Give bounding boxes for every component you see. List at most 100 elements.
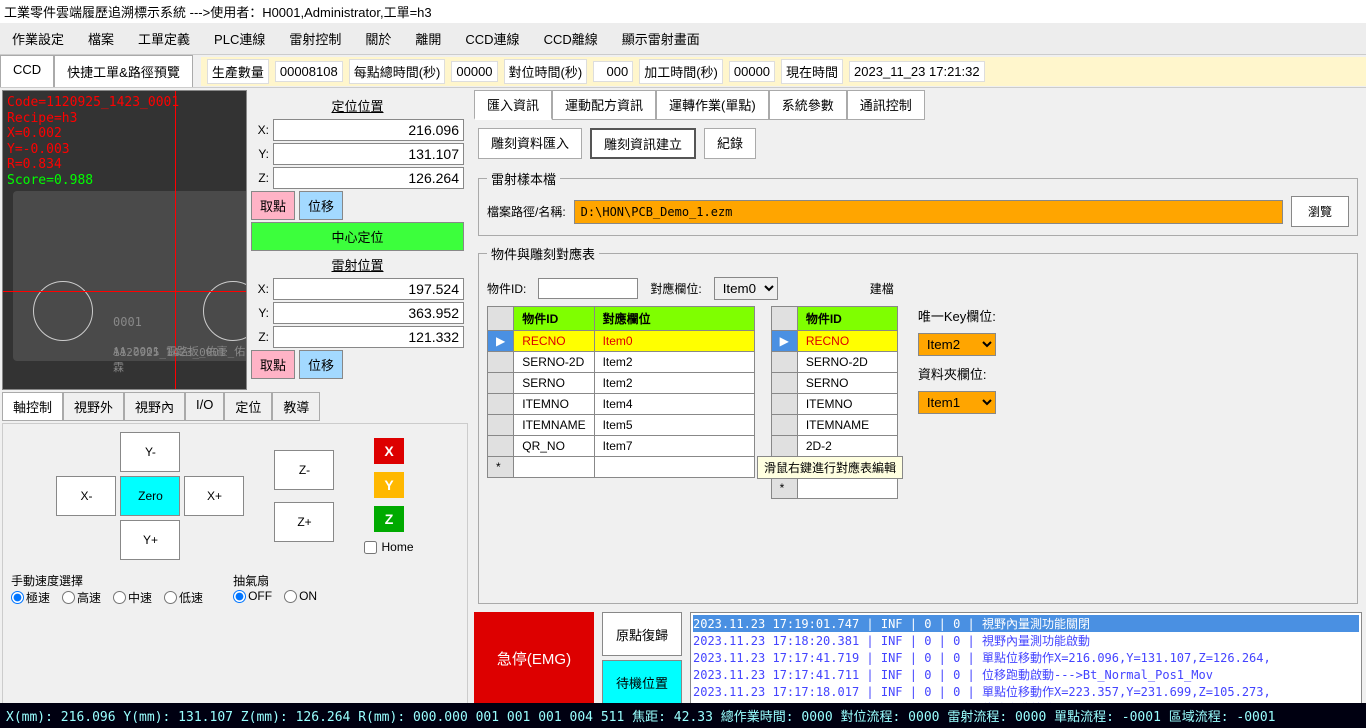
y-indicator: Y xyxy=(374,472,404,498)
jog-x-minus[interactable]: X- xyxy=(56,476,116,516)
tab-io[interactable]: I/O xyxy=(185,392,224,421)
label-x2: X: xyxy=(251,282,269,296)
status-bar: X(mm): 216.096 Y(mm): 131.107 Z(mm): 126… xyxy=(0,703,1366,728)
tab-run[interactable]: 運轉作業(單點) xyxy=(656,90,769,120)
menu-item[interactable]: 作業設定 xyxy=(0,25,76,52)
menu-item[interactable]: 工單定義 xyxy=(126,25,202,52)
menu-item[interactable]: CCD離線 xyxy=(532,25,610,52)
table-row[interactable]: * xyxy=(488,457,755,478)
prod-val: 00008108 xyxy=(275,61,343,82)
fan-on[interactable] xyxy=(284,590,297,603)
jog-x-plus[interactable]: X+ xyxy=(184,476,244,516)
now-val: 2023_11_23 17:21:32 xyxy=(849,61,985,82)
table-row[interactable]: ITEMNO xyxy=(771,394,897,415)
menu-item[interactable]: 雷射控制 xyxy=(277,25,353,52)
home-checkbox[interactable] xyxy=(364,541,377,554)
title-bar: 工業零件雲端履歷追溯標示系統 --->使用者：H0001,Administrat… xyxy=(0,0,1366,23)
menu-item[interactable]: PLC連線 xyxy=(202,25,277,52)
laser-pos-title: 雷射位置 xyxy=(251,253,464,276)
tab-import[interactable]: 匯入資訊 xyxy=(474,90,552,120)
loc-x-input[interactable] xyxy=(273,119,464,141)
loc-z-input[interactable] xyxy=(273,167,464,189)
loc-take-button[interactable]: 取點 xyxy=(251,191,295,220)
table-row[interactable]: 2D-2 xyxy=(771,436,897,457)
file-path-input[interactable]: D:\HON\PCB_Demo_1.ezm xyxy=(574,200,1283,224)
jog-zero[interactable]: Zero xyxy=(120,476,180,516)
center-loc-button[interactable]: 中心定位 xyxy=(251,222,464,251)
laser-x-input[interactable] xyxy=(273,278,464,300)
table-row[interactable]: * xyxy=(771,478,897,499)
subtab-log[interactable]: 紀錄 xyxy=(704,128,756,159)
log-box[interactable]: 2023.11.23 17:19:01.747 | INF | 0 | 0 | … xyxy=(690,612,1362,704)
table-row[interactable]: SERNO-2DItem2 xyxy=(488,352,755,373)
menu-item[interactable]: 檔案 xyxy=(76,25,126,52)
time2-val: 000 xyxy=(593,61,633,82)
speed-low[interactable] xyxy=(164,591,177,604)
loc-y-input[interactable] xyxy=(273,143,464,165)
jog-z-minus[interactable]: Z- xyxy=(274,450,334,490)
table-row[interactable]: ▶RECNOItem0 xyxy=(488,331,755,352)
emg-button[interactable]: 急停(EMG) xyxy=(474,612,594,704)
table-row[interactable]: QR_NOItem7 xyxy=(488,436,755,457)
table-row[interactable]: ITEMNAME xyxy=(771,415,897,436)
menu-bar: 作業設定 檔案 工單定義 PLC連線 雷射控制 關於 離開 CCD連線 CCD離… xyxy=(0,23,1366,55)
subtab-import[interactable]: 雕刻資料匯入 xyxy=(478,128,582,159)
speed-extreme[interactable] xyxy=(11,591,24,604)
log-line: 2023.11.23 17:18:20.381 | INF | 0 | 0 | … xyxy=(693,632,1359,649)
overlay-info: Code=1120925_1423_0001 Recipe=h3 X=0.002… xyxy=(7,95,179,189)
log-line: 2023.11.23 17:17:41.711 | INF | 0 | 0 | … xyxy=(693,666,1359,683)
tab-comm[interactable]: 通訊控制 xyxy=(847,90,925,120)
crosshair-h xyxy=(3,291,246,292)
table-row[interactable]: ITEMNAMEItem5 xyxy=(488,415,755,436)
laser-y-input[interactable] xyxy=(273,302,464,324)
tab-ccd[interactable]: CCD xyxy=(0,55,54,87)
laser-take-button[interactable]: 取點 xyxy=(251,350,295,379)
laser-shift-button[interactable]: 位移 xyxy=(299,350,343,379)
tab-recipe[interactable]: 運動配方資訊 xyxy=(552,90,656,120)
origin-button[interactable]: 原點復歸 xyxy=(602,612,682,656)
col-select[interactable]: Item0 xyxy=(714,277,778,300)
obj-input[interactable] xyxy=(538,278,638,299)
laser-file-legend: 雷射樣本檔 xyxy=(487,169,560,188)
menu-item[interactable]: 顯示雷射畫面 xyxy=(610,25,712,52)
table-row[interactable]: SERNO-2D xyxy=(771,352,897,373)
tab-quick[interactable]: 快捷工單&路徑預覽 xyxy=(54,55,193,87)
fan-label: 抽氣扇 xyxy=(233,572,317,589)
tab-teach[interactable]: 教導 xyxy=(272,392,320,421)
laser-z-input[interactable] xyxy=(273,326,464,348)
jog-y-plus[interactable]: Y+ xyxy=(120,520,180,560)
folder-select[interactable]: Item1 xyxy=(918,391,996,414)
pcb-board xyxy=(13,191,247,361)
table-map[interactable]: 物件ID對應欄位 ▶RECNOItem0 SERNO-2DItem2 SERNO… xyxy=(487,306,755,478)
standby-button[interactable]: 待機位置 xyxy=(602,660,682,704)
key-select[interactable]: Item2 xyxy=(918,333,996,356)
menu-item[interactable]: 離開 xyxy=(403,25,453,52)
tab-in[interactable]: 視野內 xyxy=(124,392,185,421)
stats-bar: 生產數量 00008108 每點總時間(秒) 00000 對位時間(秒) 000… xyxy=(201,57,1366,86)
jog-z-plus[interactable]: Z+ xyxy=(274,502,334,542)
fan-group: OFF ON xyxy=(233,589,317,603)
table-row[interactable]: SERNO xyxy=(771,373,897,394)
fan-off[interactable] xyxy=(233,590,246,603)
tab-loc[interactable]: 定位 xyxy=(224,392,272,421)
browse-button[interactable]: 瀏覽 xyxy=(1291,196,1349,227)
time2-label: 對位時間(秒) xyxy=(504,59,588,84)
menu-item[interactable]: 關於 xyxy=(353,25,403,52)
table-row[interactable]: ITEMNOItem4 xyxy=(488,394,755,415)
speed-high[interactable] xyxy=(62,591,75,604)
tab-sys[interactable]: 系統參數 xyxy=(769,90,847,120)
table-row[interactable]: SERNOItem2 xyxy=(488,373,755,394)
table-row[interactable]: ▶RECNO xyxy=(771,331,897,352)
subtab-build[interactable]: 雕刻資訊建立 xyxy=(590,128,696,159)
tab-out[interactable]: 視野外 xyxy=(63,392,124,421)
col-label: 對應欄位: xyxy=(650,280,701,297)
loc-shift-button[interactable]: 位移 xyxy=(299,191,343,220)
tab-axis[interactable]: 軸控制 xyxy=(2,392,63,421)
jog-y-minus[interactable]: Y- xyxy=(120,432,180,472)
obj-label: 物件ID: xyxy=(487,280,526,297)
speed-group: 極速 高速 中速 低速 xyxy=(11,589,203,606)
now-label: 現在時間 xyxy=(781,59,843,84)
menu-item[interactable]: CCD連線 xyxy=(453,25,531,52)
speed-mid[interactable] xyxy=(113,591,126,604)
camera-view[interactable]: Code=1120925_1423_0001 Recipe=h3 X=0.002… xyxy=(2,90,247,390)
